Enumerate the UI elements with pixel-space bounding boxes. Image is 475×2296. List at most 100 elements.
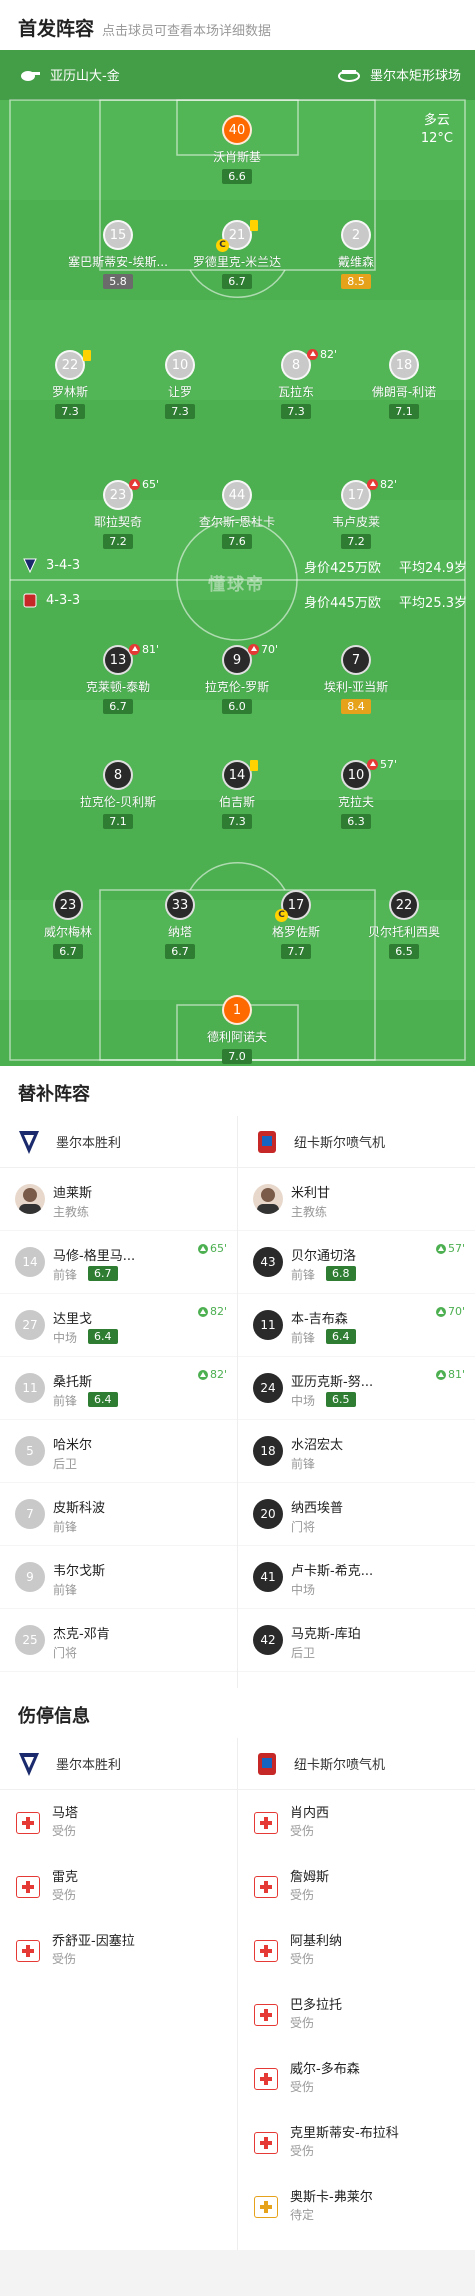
sub-player-row[interactable]: 20 纳西埃普 门将 [238,1483,475,1546]
player-marker[interactable]: 8 拉克伦-贝利斯 7.1 [53,760,183,829]
sub-player-row[interactable]: 14 马修-格里马... 前锋 6.7 65' [0,1231,237,1294]
player-marker[interactable]: 7 埃利-亚当斯 8.4 [291,645,421,714]
injury-row[interactable]: 詹姆斯 受伤 [238,1854,475,1918]
player-marker[interactable]: 17 82' 韦卢皮莱 7.2 [291,478,421,549]
away-formation-stats: 身价445万欧 平均25.3岁 [290,592,467,611]
injury-row[interactable]: 肖内西 受伤 [238,1790,475,1854]
captain-icon: C [275,909,288,922]
player-marker[interactable]: 10 让罗 7.3 [115,350,245,419]
sub-jersey-number: 9 [15,1562,45,1592]
sub-player-position: 后卫 [291,1646,316,1660]
jersey-number-text: 15 [109,227,127,243]
first-aid-icon [16,1940,40,1962]
sub-player-rating: 6.7 [88,1266,118,1281]
sub-in-minute: 57' [435,1242,465,1255]
injury-row[interactable]: 克里斯蒂安-布拉科 受伤 [238,2110,475,2174]
jersey-number: 23 65' [103,478,159,510]
home-team-header[interactable]: 墨尔本胜利 [0,1116,237,1168]
injury-status: 受伤 [290,2080,315,2094]
player-name: 拉克伦-罗斯 [204,680,270,694]
player-marker[interactable]: 10 57' 克拉夫 6.3 [291,758,421,829]
sub-player-row[interactable]: 9 韦尔戈斯 前锋 [0,1546,237,1609]
injury-row[interactable]: 马塔 受伤 [0,1790,237,1854]
sub-player-name: 卢卡斯-希克... [291,1564,374,1579]
jersey-number: 14 [222,760,258,790]
sub-in-minute-text: 82' [209,1368,227,1381]
jersey-number-text: 1 [232,1002,242,1018]
sub-player-row[interactable]: 迪莱斯 主教练 [0,1168,237,1231]
sub-player-name: 水沼宏太 [291,1438,344,1453]
player-marker[interactable]: 40 沃肖斯基 6.6 [172,115,302,184]
player-marker[interactable]: 33 纳塔 6.7 [115,890,245,959]
sub-player-row[interactable]: 27 达里戈 中场 6.4 82' [0,1294,237,1357]
player-rating: 7.3 [165,404,195,419]
player-marker[interactable]: 18 佛朗哥-利诺 7.1 [339,350,469,419]
jersey-number-text: 10 [347,767,365,783]
injury-row[interactable]: 乔舒亚-因塞拉 受伤 [0,1918,237,1982]
player-marker[interactable]: 44 查尔斯-恩杜卡 7.6 [172,480,302,549]
injury-row[interactable]: 威尔-多布森 受伤 [238,2046,475,2110]
injury-status: 受伤 [290,2144,315,2158]
sub-player-name: 本-吉布森 [291,1312,348,1327]
injured-player-name: 威尔-多布森 [290,2062,360,2077]
sub-minute: 82' [380,478,398,491]
player-marker[interactable]: 23 威尔梅林 6.7 [3,890,133,959]
player-rating: 8.5 [341,274,371,289]
player-marker[interactable]: 15 塞巴斯蒂安-埃斯... 5.8 [53,220,183,289]
player-marker[interactable]: 2 戴维森 8.5 [291,220,421,289]
player-marker[interactable]: 9 70' 拉克伦-罗斯 6.0 [172,643,302,714]
jersey-number: 22 [389,890,419,920]
sub-player-row[interactable]: 25 杰克-邓肯 门将 [0,1609,237,1672]
injury-row[interactable]: 巴多拉托 受伤 [238,1982,475,2046]
player-name: 戴维森 [337,255,374,269]
sub-in-minute-text: 70' [447,1305,465,1318]
jersey-number-text: 7 [351,652,361,668]
jersey-number-text: 10 [171,357,189,373]
player-marker[interactable]: 14 伯吉斯 7.3 [172,760,302,829]
injury-row[interactable]: 奥斯卡-弗莱尔 待定 [238,2174,475,2238]
injury-row[interactable]: 阿基利纳 受伤 [238,1918,475,1982]
injury-row[interactable]: 雷克 受伤 [0,1854,237,1918]
jersey-number-text: 13 [109,652,127,668]
sub-in-minute: 81' [435,1368,465,1381]
jersey-number-text: 21 [228,227,246,243]
sub-player-row[interactable]: 41 卢卡斯-希克... 中场 [238,1546,475,1609]
away-injury-column: 纽卡斯尔喷气机 肖内西 受伤 詹姆斯 受伤 阿基利纳 受伤 巴多拉托 受伤 威尔-多布森 受伤 克里… [238,1738,475,2238]
sub-player-row[interactable]: 7 皮斯科波 前锋 [0,1483,237,1546]
player-marker[interactable]: 13 81' 克莱顿-泰勒 6.7 [53,643,183,714]
yellow-card-icon [250,220,258,231]
sub-player-row[interactable]: 43 贝尔通切洛 前锋 6.8 57' [238,1231,475,1294]
player-name: 佛朗哥-利诺 [371,385,437,399]
injury-status: 受伤 [52,1888,77,1902]
away-team-header[interactable]: 纽卡斯尔喷气机 [238,1116,475,1168]
sub-player-row[interactable]: 11 桑托斯 前锋 6.4 82' [0,1357,237,1420]
first-aid-icon [254,2004,278,2026]
jersey-number: 23 [53,890,83,920]
player-rating: 6.7 [165,944,195,959]
first-aid-icon [16,1876,40,1898]
sub-player-row[interactable]: 11 本-吉布森 前锋 6.4 70' [238,1294,475,1357]
sub-player-row[interactable]: 18 水沼宏太 前锋 [238,1420,475,1483]
stadium-info: 墨尔本矩形球场 [337,65,461,84]
player-marker[interactable]: 22 贝尔托利西奥 6.5 [339,890,469,959]
injured-player-name: 巴多拉托 [290,1998,343,2013]
away-team-header[interactable]: 纽卡斯尔喷气机 [238,1738,475,1790]
sub-player-row[interactable]: 米利甘 主教练 [238,1168,475,1231]
player-name: 查尔斯-恩杜卡 [198,515,276,529]
sub-player-rating: 6.8 [326,1266,356,1281]
sub-player-name: 马修-格里马... [53,1249,136,1264]
injury-status: 受伤 [290,2016,315,2030]
sub-player-row[interactable]: 42 马克斯-库珀 后卫 [238,1609,475,1672]
sub-in-icon [197,1369,208,1380]
sub-player-row[interactable]: 5 哈米尔 后卫 [0,1420,237,1483]
sub-minute: 65' [142,478,160,491]
player-marker[interactable]: 21 C 罗德里克-米兰达 6.7 [172,220,302,289]
first-aid-icon [254,1812,278,1834]
player-marker[interactable]: 1 德利阿诺夫 7.0 [172,995,302,1064]
player-marker[interactable]: 23 65' 耶拉契奇 7.2 [53,478,183,549]
player-name: 埃利-亚当斯 [323,680,389,694]
jersey-number: 10 [165,350,195,380]
home-team-header[interactable]: 墨尔本胜利 [0,1738,237,1790]
sub-player-row[interactable]: 24 亚历克斯-努... 中场 6.5 81' [238,1357,475,1420]
pitch: 亚历山大-金 墨尔本矩形球场 多云 12°C 懂球帝 3-4-3 身价425万欧… [0,50,475,1066]
